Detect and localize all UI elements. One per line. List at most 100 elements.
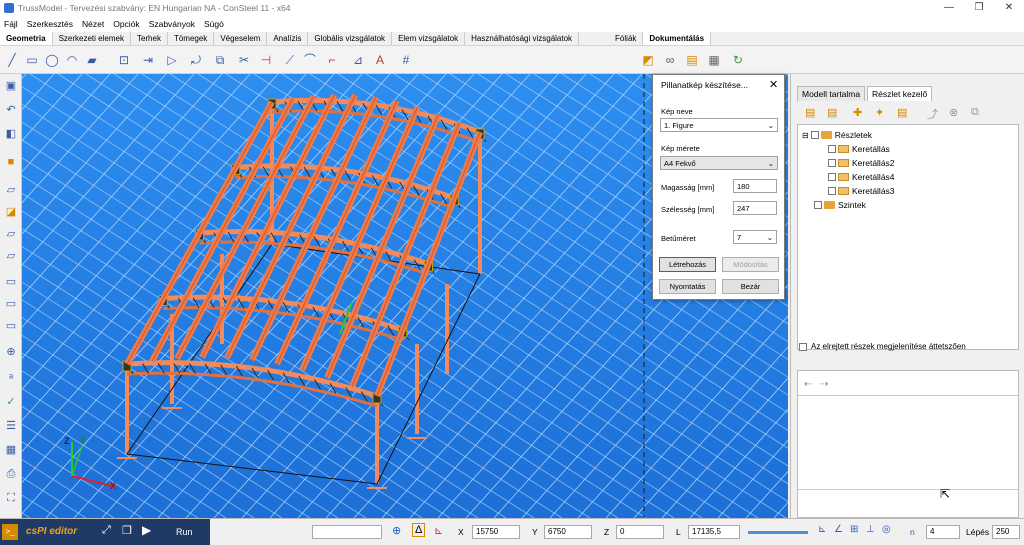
coordinate-icon[interactable]: ⊾ [434,524,443,537]
text-size-icon[interactable]: ᵃ [3,370,19,386]
tab-model-content[interactable]: Modell tartalma [797,86,866,101]
tab-member-checks[interactable]: Elem vizsgálatok [392,32,466,45]
target-icon[interactable]: ◎ [882,524,891,535]
create-button[interactable]: Létrehozás [659,257,716,272]
move-tool-icon[interactable]: ⇥ [140,52,156,68]
move-up-icon[interactable]: ⤴ [927,106,938,122]
close-window-button[interactable]: ✕ [994,0,1024,16]
grid-tool-icon[interactable]: # [398,52,414,68]
mirror-tool-icon[interactable]: ▷ [164,52,180,68]
tab-serviceability-checks[interactable]: Használhatósági vizsgálatok [465,32,580,45]
add-folder-icon[interactable]: ✚ [853,106,862,119]
image-name-select[interactable]: 1. Figure ⌄ [660,118,778,132]
arc-tool-icon[interactable]: ◠ [64,52,80,68]
fit-view-icon[interactable]: ⛶ [3,490,19,506]
frame-tool-icon[interactable]: ⊡ [116,52,132,68]
dialog-close-icon[interactable]: ✕ [769,78,778,91]
list-icon[interactable]: ☰ [3,418,19,434]
minimize-button[interactable]: — [934,0,964,16]
tab-analysis[interactable]: Analízis [267,32,309,45]
modify-button[interactable]: Módosítás [722,257,779,272]
polygon-tool-icon[interactable]: ▰ [84,52,100,68]
zoom-slider[interactable] [748,531,808,534]
tree-levels[interactable]: Szintek [814,199,866,211]
tree-item[interactable]: Keretállás [828,143,890,155]
offset-tool-icon[interactable]: ⟋ [282,52,298,68]
tree-item[interactable]: Keretállás2 [828,157,895,169]
tab-documentation[interactable]: Dokumentálás [643,32,712,45]
y-coordinate[interactable]: 6750 [544,525,592,539]
print-button[interactable]: Nyomtatás [659,279,716,294]
line-tool-icon[interactable]: ╱ [4,52,20,68]
glasses-icon[interactable]: ∞ [662,52,678,68]
angle-icon[interactable]: ∠ [834,524,843,535]
menu-standards[interactable]: Szabványok [149,19,195,29]
snap-icon[interactable]: ⊾ [818,524,826,535]
z-coordinate[interactable]: 0 [616,525,664,539]
cspi-editor-label[interactable]: csPI editor [26,526,77,537]
extend-tool-icon[interactable]: ⌐ [324,52,340,68]
document-editor-icon[interactable]: ▦ [706,52,722,68]
height-input[interactable]: 180 [733,179,777,193]
undo-icon[interactable]: ↶ [3,102,19,118]
image-size-select[interactable]: A4 Fekvő ⌄ [660,156,778,170]
cube-view-icon[interactable]: ◧ [3,126,19,142]
width-input[interactable]: 247 [733,201,777,215]
tab-finite-element[interactable]: Végeselem [214,32,268,45]
tree-item[interactable]: Keretállás3 [828,185,895,197]
view-side-icon[interactable]: ▱ [3,226,19,242]
grid-snap-icon[interactable]: ⊞ [850,524,858,535]
restore-button[interactable]: ❐ [964,0,994,16]
step-value[interactable]: 250 [992,525,1020,539]
expand-icon[interactable]: ⤢ [102,524,111,537]
save-icon[interactable]: ▣ [3,78,19,94]
command-input[interactable] [312,525,382,539]
tab-structural-elements[interactable]: Szerkezeti elemek [53,32,131,45]
tab-layers[interactable]: Fóliák [609,32,644,45]
check-icon[interactable]: ✓ [3,394,19,410]
tab-masses[interactable]: Tömegek [168,32,215,45]
copy-tool-icon[interactable]: ⧉ [212,52,228,68]
snapshot-icon[interactable]: ◩ [640,52,656,68]
run-label[interactable]: Run [176,527,193,537]
folder-plus-icon[interactable]: ▤ [897,106,907,119]
ortho-icon[interactable]: ⊥ [866,524,875,535]
terminal-icon[interactable]: >_ [2,524,18,540]
text-tool-icon[interactable]: A [372,52,388,68]
menu-options[interactable]: Opciók [113,19,139,29]
cube-solid-icon[interactable]: ■ [3,154,19,170]
copy-icon[interactable]: ❐ [122,524,132,537]
open-folder-icon[interactable]: ▤ [684,52,700,68]
view-left-icon[interactable]: ▭ [3,296,19,312]
tab-detail-manager[interactable]: Részlet kezelő [867,86,933,101]
update-icon[interactable]: ↻ [730,52,746,68]
delta-icon[interactable]: Δ [412,523,426,537]
star-folder-icon[interactable]: ✦ [875,106,884,119]
n-value[interactable]: 4 [926,525,960,539]
tree-item[interactable]: Keretállás4 [828,171,895,183]
tree-root[interactable]: ⊟ Részletek [802,129,872,141]
view-iso-icon[interactable]: ◪ [3,204,19,220]
print-icon[interactable]: ⎙ [3,466,19,482]
tab-global-checks[interactable]: Globális vizsgálatok [308,32,393,45]
zoom-in-icon[interactable]: ⊕ [3,344,19,360]
rotate-tool-icon[interactable]: ⤾ [188,52,204,68]
back-arrow-icon[interactable]: ⇠ [804,379,812,390]
copy-detail-icon[interactable]: ⧉ [971,106,979,119]
view-front-icon[interactable]: ▱ [3,182,19,198]
menu-view[interactable]: Nézet [82,19,104,29]
tab-geometry[interactable]: Geometria [0,32,53,45]
trim-tool-icon[interactable]: ⊣ [258,52,274,68]
table-icon[interactable]: ▦ [3,442,19,458]
new-detail-icon[interactable]: ▤ [805,106,815,119]
tab-loads[interactable]: Terhek [131,32,168,45]
transparency-option[interactable]: Az elrejtett részek megjelenítése áttets… [799,342,966,351]
forward-arrow-icon[interactable]: ⇢ [820,379,828,390]
menu-file[interactable]: Fájl [4,19,18,29]
globe-icon[interactable]: ⊕ [392,524,401,537]
dimension-tool-icon[interactable]: ⊿ [350,52,366,68]
menu-help[interactable]: Súgó [204,19,224,29]
edit-detail-icon[interactable]: ▤ [827,106,837,119]
circle-tool-icon[interactable]: ◯ [44,52,60,68]
delete-detail-icon[interactable]: ⊗ [949,106,958,119]
